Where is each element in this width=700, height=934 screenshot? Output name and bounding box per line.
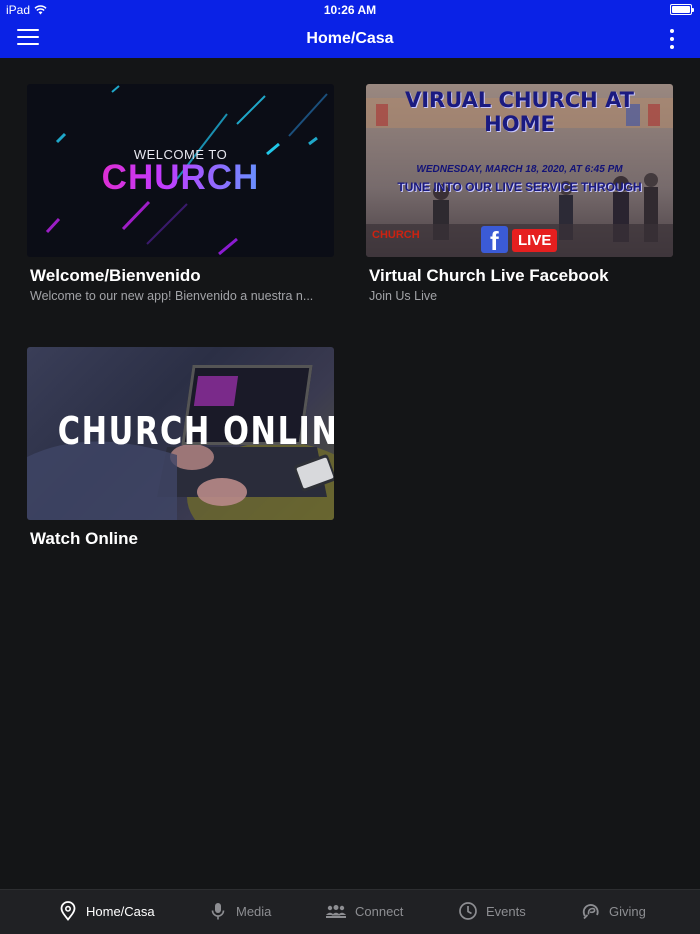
- top-bar: iPad 10:26 AM Home/Casa: [0, 0, 700, 58]
- virtual-church-heading: VIRUAL CHURCH AT HOME: [404, 88, 635, 136]
- live-badge: LIVE: [512, 229, 558, 252]
- tab-giving[interactable]: Giving: [581, 901, 646, 921]
- card-subtitle: Welcome to our new app! Bienvenido a nue…: [30, 289, 314, 303]
- card-subtitle: Join Us Live: [369, 289, 438, 303]
- church-logo-text: CHURCH: [27, 158, 334, 198]
- page-title: Home/Casa: [306, 30, 394, 47]
- content-card-welcome[interactable]: WELCOME TO CHURCH Welcome/Bienvenido Wel…: [27, 84, 334, 303]
- tune-in-text: TUNE INTO OUR LIVE SERVICE THROUGH: [397, 180, 642, 194]
- location-pin-icon: [60, 901, 76, 921]
- microphone-icon: [211, 903, 225, 920]
- tab-events[interactable]: Events: [458, 901, 526, 921]
- status-time: 10:26 AM: [323, 3, 377, 17]
- card-title: Watch Online: [30, 529, 138, 548]
- tab-media[interactable]: Media: [208, 901, 271, 921]
- service-date: WEDNESDAY, MARCH 18, 2020, AT 6:45 PM: [416, 164, 623, 175]
- giving-icon: [582, 904, 599, 920]
- clock-icon: [459, 902, 477, 920]
- card-title: Welcome/Bienvenido: [30, 266, 201, 285]
- welcome-thumbnail[interactable]: WELCOME TO CHURCH: [27, 84, 334, 257]
- church-brand-logo: CHURCH: [372, 229, 420, 241]
- tab-home[interactable]: Home/Casa: [58, 901, 155, 921]
- church-online-thumbnail[interactable]: CHURCH ONLINE: [27, 347, 334, 520]
- tab-label: Media: [236, 903, 272, 919]
- battery-icon: [670, 4, 694, 15]
- content-card-watch-online[interactable]: CHURCH ONLINE Watch Online: [27, 347, 334, 549]
- nav-bar: Home/Casa: [0, 20, 700, 58]
- content-card-virtual-church[interactable]: VIRUAL CHURCH AT HOME WEDNESDAY, MARCH 1…: [366, 84, 673, 303]
- bottom-tab-bar: Home/Casa Media Connect Events Giving: [0, 889, 700, 934]
- card-title: Virtual Church Live Facebook: [369, 266, 609, 285]
- tab-connect[interactable]: Connect: [325, 901, 403, 921]
- people-group-icon: [326, 905, 346, 918]
- status-bar: iPad 10:26 AM: [0, 0, 700, 20]
- facebook-icon: f: [481, 226, 508, 256]
- tab-label: Home/Casa: [86, 903, 155, 919]
- tab-label: Events: [486, 903, 526, 919]
- tab-label: Giving: [609, 903, 646, 919]
- vertical-dots-icon[interactable]: [664, 29, 680, 51]
- virtual-church-thumbnail[interactable]: VIRUAL CHURCH AT HOME WEDNESDAY, MARCH 1…: [366, 84, 673, 257]
- tab-label: Connect: [355, 903, 404, 919]
- church-online-text: CHURCH ONLINE: [57, 409, 334, 453]
